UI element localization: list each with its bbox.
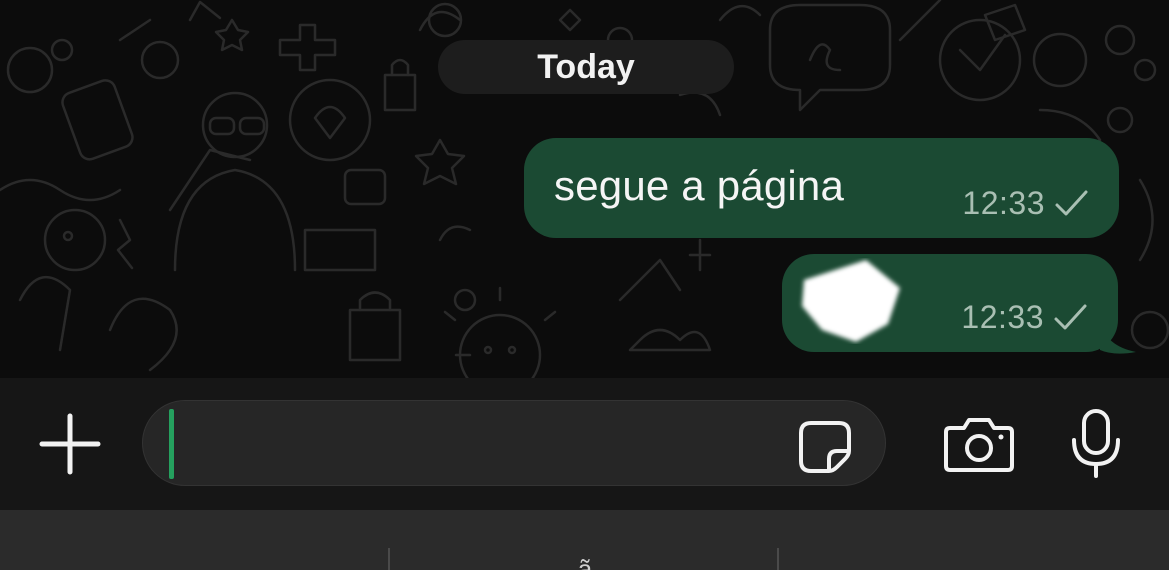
suggestion-divider <box>777 548 779 570</box>
message-meta: 12:33 <box>962 185 1089 222</box>
message-input[interactable] <box>179 419 783 471</box>
microphone-icon[interactable] <box>1068 408 1124 480</box>
keyboard-suggestion[interactable]: ã <box>565 554 605 570</box>
whatsapp-chat-screen: Today segue a página 12:33 12:33 ã <box>0 0 1169 570</box>
message-time: 12:33 <box>961 299 1044 335</box>
keyboard-suggestion[interactable] <box>180 554 220 570</box>
sticker-icon[interactable] <box>797 419 853 475</box>
suggestion-divider <box>388 548 390 570</box>
camera-icon[interactable] <box>942 416 1016 474</box>
single-check-icon <box>1053 189 1089 219</box>
redacted-image-icon <box>802 260 900 342</box>
keyboard-suggestion-bar: ã <box>0 510 1169 570</box>
message-meta: 12:33 <box>961 299 1088 336</box>
date-separator: Today <box>438 40 734 94</box>
message-composer <box>0 378 1169 510</box>
message-time: 12:33 <box>962 185 1045 221</box>
outgoing-message-bubble[interactable]: segue a página 12:33 <box>524 138 1119 238</box>
keyboard-suggestion[interactable] <box>950 554 990 570</box>
bubble-tail <box>1100 322 1136 354</box>
message-input-field[interactable] <box>142 400 886 486</box>
plus-icon[interactable] <box>38 412 102 476</box>
text-cursor <box>169 409 174 479</box>
single-check-icon <box>1052 303 1088 333</box>
chat-area[interactable]: Today segue a página 12:33 12:33 <box>0 0 1169 378</box>
outgoing-message-bubble[interactable]: 12:33 <box>782 254 1118 352</box>
message-text: segue a página <box>554 162 845 209</box>
